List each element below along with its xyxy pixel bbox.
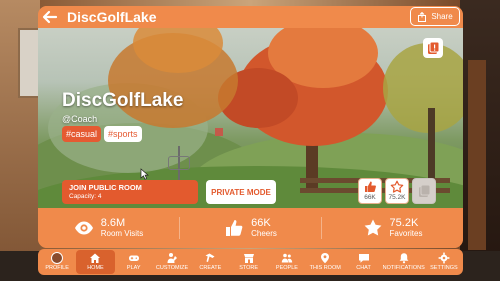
- customize-icon: [167, 253, 178, 263]
- room-capacity: Capacity: 4: [69, 193, 102, 200]
- nav-label: PROFILE: [45, 265, 69, 271]
- favorite-button[interactable]: 75.2K: [385, 178, 409, 204]
- nav-label: STORE: [239, 265, 259, 271]
- join-public-room-button[interactable]: JOIN PUBLIC ROOM Capacity: 4: [62, 180, 198, 204]
- create-tool-icon: [205, 253, 215, 262]
- nav-label: THIS ROOM: [309, 265, 341, 271]
- join-button-label: JOIN PUBLIC ROOM: [69, 183, 142, 192]
- room-action-buttons: 66K 75.2K: [358, 178, 436, 204]
- favorite-count: 75.2K: [388, 194, 406, 201]
- nav-people[interactable]: PEOPLE: [268, 249, 306, 275]
- share-button[interactable]: Share: [410, 7, 460, 26]
- room-panel: DiscGolfLake Share DiscGolfLake @Coach #…: [38, 6, 463, 248]
- room-title: DiscGolfLake: [62, 90, 184, 111]
- disc-golf-basket: [168, 156, 190, 170]
- gamepad-icon: [128, 255, 139, 261]
- visits-label: Room Visits: [100, 229, 144, 238]
- people-icon: [281, 253, 293, 263]
- nav-notifications[interactable]: NOTIFICATIONS: [383, 249, 425, 275]
- report-icon: [428, 41, 440, 54]
- nav-create[interactable]: CREATE: [191, 249, 229, 275]
- nav-label: PEOPLE: [275, 265, 298, 271]
- bottom-nav-bar: PROFILE HOME PLAY CUSTOMIZE CREATE STORE…: [38, 249, 463, 275]
- eye-icon: [74, 221, 93, 235]
- nav-label: SETTINGS: [430, 265, 458, 271]
- location-pin-icon: [321, 253, 330, 264]
- disabled-icon: [419, 184, 431, 197]
- cheers-value: 66K: [251, 217, 271, 229]
- room-preview-image: DiscGolfLake @Coach #casual #sports JOIN…: [38, 28, 463, 208]
- tree-trunk: [428, 108, 435, 178]
- favorites-label: Favorites: [389, 229, 423, 238]
- report-button[interactable]: [423, 38, 443, 58]
- room-tags: #casual #sports: [62, 126, 142, 142]
- thumbs-up-icon: [226, 220, 243, 236]
- tag-sports[interactable]: #sports: [104, 126, 142, 142]
- mouse-cursor-icon: [140, 168, 149, 180]
- avatar: [51, 252, 64, 264]
- room-creator: @Coach: [62, 114, 98, 124]
- bell-icon: [399, 253, 409, 264]
- star-icon: [390, 180, 404, 193]
- cheer-count: 66K: [364, 194, 376, 201]
- chat-icon: [358, 254, 369, 263]
- store-icon: [243, 254, 254, 263]
- home-icon: [90, 253, 101, 263]
- wooden-post: [468, 60, 486, 250]
- stat-cheers: 66K Cheers: [179, 217, 321, 239]
- favorites-value: 75.2K: [389, 217, 419, 229]
- nav-label: CHAT: [356, 265, 371, 271]
- scene-flag: [215, 128, 223, 136]
- tag-casual[interactable]: #casual: [62, 126, 102, 142]
- nav-play[interactable]: PLAY: [115, 249, 153, 275]
- share-label: Share: [431, 12, 453, 21]
- nav-label: CREATE: [199, 265, 222, 271]
- nav-profile[interactable]: PROFILE: [38, 249, 76, 275]
- back-button[interactable]: [41, 8, 59, 26]
- visits-value: 8.6M: [100, 217, 126, 229]
- cheers-label: Cheers: [251, 229, 277, 238]
- panel-header: DiscGolfLake Share: [38, 6, 463, 28]
- thumbs-up-icon: [365, 181, 376, 192]
- nav-settings[interactable]: SETTINGS: [425, 249, 463, 275]
- nav-chat[interactable]: CHAT: [344, 249, 382, 275]
- header-room-name: DiscGolfLake: [67, 9, 157, 25]
- back-arrow-icon: [42, 10, 58, 24]
- nav-label: HOME: [87, 265, 104, 271]
- star-icon: [364, 219, 381, 236]
- nav-this-room[interactable]: THIS ROOM: [306, 249, 344, 275]
- private-mode-button[interactable]: PRIVATE MODE: [206, 180, 276, 204]
- disabled-action-button[interactable]: [412, 178, 436, 204]
- stat-favorites: 75.2K Favorites: [321, 217, 463, 239]
- wall-poster: [18, 28, 40, 98]
- nav-label: PLAY: [126, 265, 141, 271]
- nav-home[interactable]: HOME: [76, 250, 115, 274]
- room-stats-bar: 8.6M Room Visits 66K Cheers 75.2K Favori…: [38, 208, 463, 248]
- stat-room-visits: 8.6M Room Visits: [38, 217, 179, 239]
- nav-store[interactable]: STORE: [229, 249, 267, 275]
- nav-customize[interactable]: CUSTOMIZE: [153, 249, 191, 275]
- nav-label: CUSTOMIZE: [155, 265, 189, 271]
- share-icon: [418, 11, 427, 22]
- cheer-button[interactable]: 66K: [358, 178, 382, 204]
- nav-label: NOTIFICATIONS: [382, 265, 425, 271]
- gear-icon: [438, 252, 450, 264]
